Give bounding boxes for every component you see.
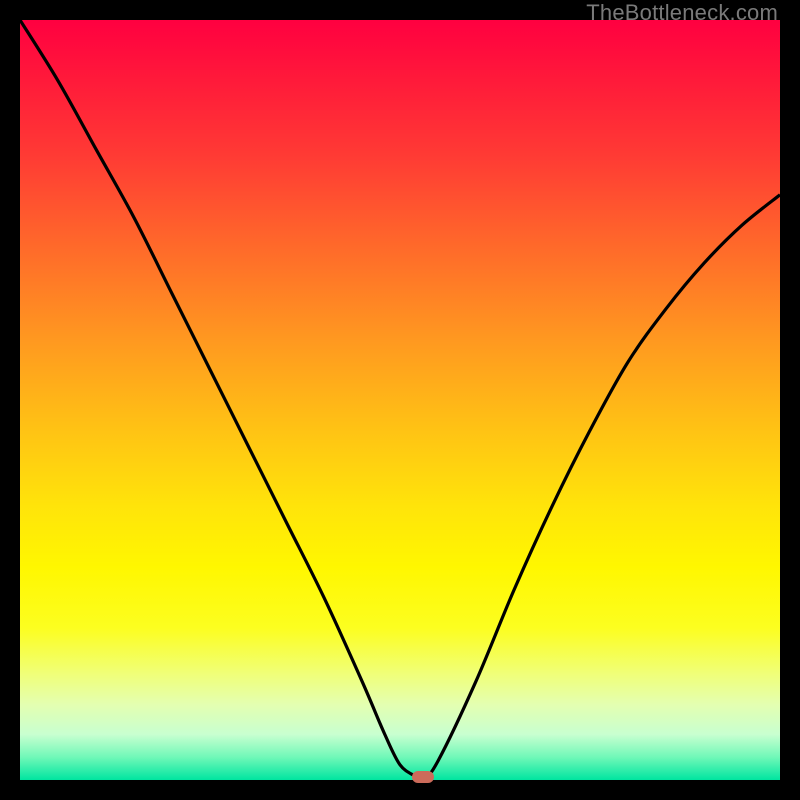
bottleneck-curve [20,20,780,780]
curve-line [20,20,780,780]
plot-area [20,20,780,780]
chart-frame: TheBottleneck.com [0,0,800,800]
optimum-marker [412,771,434,783]
